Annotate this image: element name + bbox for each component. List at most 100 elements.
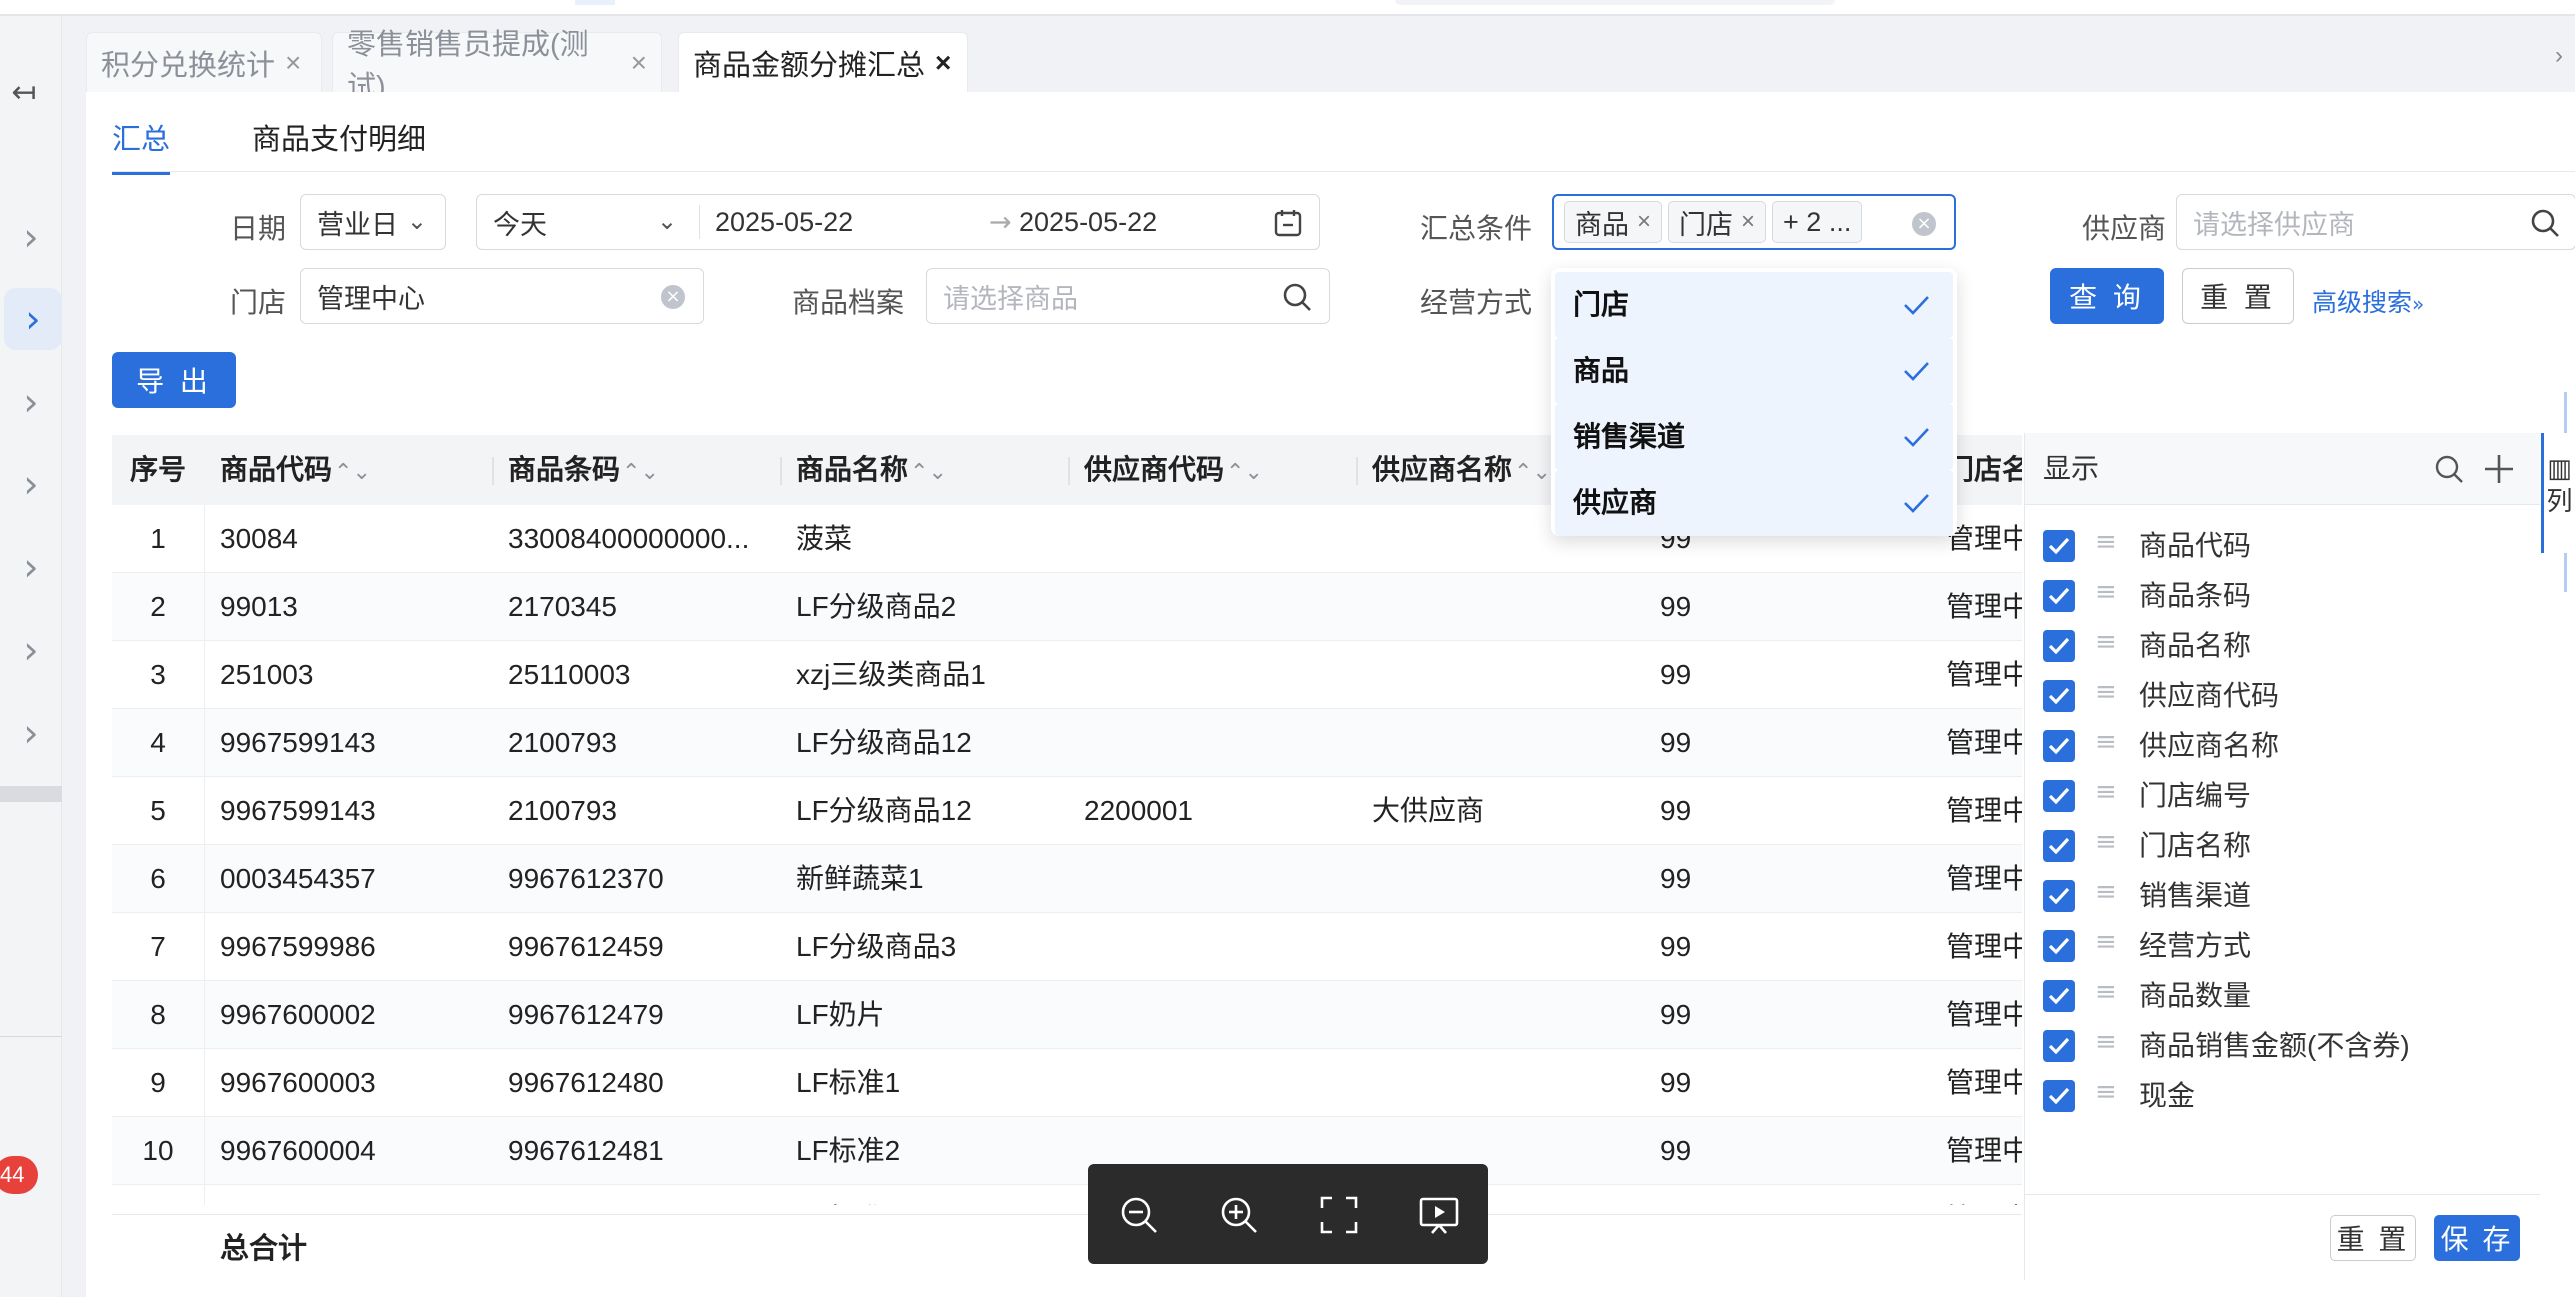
checkbox-checked-icon[interactable] <box>2043 880 2075 912</box>
column-toggle-item[interactable]: ≡ 商品名称 <box>2043 621 2523 671</box>
col-header-supplier-code[interactable]: 供应商代码⌃⌄ <box>1084 435 1263 505</box>
export-button[interactable]: 导 出 <box>112 352 236 408</box>
table-row[interactable]: 5 9967599143 2100793 LF分级商品12 2200001 大供应商 99 管… <box>112 777 2022 845</box>
column-toggle-item[interactable]: ≡ 商品代码 <box>2043 521 2523 571</box>
checkbox-checked-icon[interactable] <box>2043 730 2075 762</box>
notification-badge[interactable]: 44 <box>0 1156 38 1194</box>
zoom-out-icon[interactable] <box>1116 1192 1162 1238</box>
drag-handle-icon[interactable]: ≡ <box>2095 927 2117 957</box>
date-start[interactable]: 2025-05-22 <box>715 207 853 238</box>
drag-handle-icon[interactable]: ≡ <box>2095 627 2117 657</box>
close-icon[interactable]: × <box>285 47 301 79</box>
column-toggle-item[interactable]: ≡ 供应商名称 <box>2043 721 2523 771</box>
col-header-product-name[interactable]: 商品名称⌃⌄ <box>796 435 947 505</box>
col-header-product-code[interactable]: 商品代码⌃⌄ <box>220 435 371 505</box>
col-header-store-name[interactable]: 门店名称 <box>1946 435 2022 505</box>
column-toggle-item[interactable]: ≡ 门店编号 <box>2043 771 2523 821</box>
zoom-in-icon[interactable] <box>1216 1192 1262 1238</box>
tab-amount-allocation[interactable]: 商品金额分摊汇总 × <box>678 32 968 92</box>
sidebar-expand-icon[interactable]: › <box>0 536 62 598</box>
tab-points-exchange[interactable]: 积分兑换统计 × <box>86 32 322 92</box>
calendar-icon[interactable] <box>1273 208 1303 238</box>
sort-icon[interactable]: ⌃⌄ <box>622 459 659 484</box>
checkbox-checked-icon[interactable] <box>2043 630 2075 662</box>
fullscreen-icon[interactable] <box>1316 1192 1362 1238</box>
column-toggle-item[interactable]: ≡ 销售渠道 <box>2043 871 2523 921</box>
column-toggle-item[interactable]: ≡ 现金 <box>2043 1071 2523 1121</box>
checkbox-checked-icon[interactable] <box>2043 530 2075 562</box>
collapse-sidebar-icon[interactable]: ↤ <box>4 72 44 112</box>
summary-tag-more[interactable]: + 2 ... <box>1772 201 1863 243</box>
close-icon[interactable]: × <box>631 47 647 79</box>
column-reset-button[interactable]: 重 置 <box>2330 1215 2416 1261</box>
checkbox-checked-icon[interactable] <box>2043 580 2075 612</box>
search-icon[interactable] <box>2529 207 2561 239</box>
table-row[interactable]: 4 9967599143 2100793 LF分级商品12 99 管理中 <box>112 709 2022 777</box>
table-row[interactable]: 11 9967600005 9967612482 LF标准3 99 管理中 <box>112 1185 2022 1205</box>
checkbox-checked-icon[interactable] <box>2043 980 2075 1012</box>
top-search-bar[interactable] <box>1395 0 1835 5</box>
close-icon[interactable]: × <box>935 47 951 79</box>
sidebar-expand-icon[interactable]: › <box>0 206 62 268</box>
column-save-button[interactable]: 保 存 <box>2434 1215 2520 1261</box>
tab-sales-commission[interactable]: 零售销售员提成(测试) × <box>332 29 662 103</box>
drag-handle-icon[interactable]: ≡ <box>2095 977 2117 1007</box>
drag-handle-icon[interactable]: ≡ <box>2095 1027 2117 1057</box>
sidebar-expand-icon-active[interactable]: › <box>4 288 62 350</box>
dropdown-option-sales-channel[interactable]: 销售渠道 <box>1555 404 1953 470</box>
sort-icon[interactable]: ⌃⌄ <box>1226 459 1263 484</box>
checkbox-checked-icon[interactable] <box>2043 830 2075 862</box>
close-icon[interactable]: × <box>1741 208 1755 236</box>
table-row[interactable]: 3 251003 25110003 xzj三级类商品1 99 管理中 <box>112 641 2022 709</box>
checkbox-checked-icon[interactable] <box>2043 1080 2075 1112</box>
column-toggle-item[interactable]: ≡ 商品条码 <box>2043 571 2523 621</box>
sidebar-expand-icon[interactable]: › <box>0 619 62 681</box>
sort-icon[interactable]: ⌃⌄ <box>334 459 371 484</box>
checkbox-checked-icon[interactable] <box>2043 1030 2075 1062</box>
column-divider[interactable] <box>780 457 782 485</box>
supplier-input[interactable]: 请选择供应商 <box>2176 194 2575 250</box>
column-toggle-item[interactable]: ≡ 供应商代码 <box>2043 671 2523 721</box>
drag-handle-icon[interactable]: ≡ <box>2095 827 2117 857</box>
subtab-payment-detail[interactable]: 商品支付明细 <box>252 116 426 172</box>
clear-icon[interactable]: × <box>661 285 685 309</box>
column-toggle-item[interactable]: ≡ 商品销售金额(不含券) <box>2043 1021 2523 1071</box>
drag-handle-icon[interactable]: ≡ <box>2095 1077 2117 1107</box>
sort-icon[interactable]: ⌃⌄ <box>910 459 947 484</box>
date-type-select[interactable]: 营业日 ⌄ <box>300 194 446 250</box>
column-divider[interactable] <box>1068 457 1070 485</box>
column-toggle-item[interactable]: ≡ 经营方式 <box>2043 921 2523 971</box>
slideshow-icon[interactable] <box>1416 1192 1462 1238</box>
drag-handle-icon[interactable]: ≡ <box>2095 577 2117 607</box>
reset-button[interactable]: 重 置 <box>2182 268 2294 324</box>
product-input[interactable]: 请选择商品 <box>926 268 1330 324</box>
table-row[interactable]: 10 9967600004 9967612481 LF标准2 99 管理中 <box>112 1117 2022 1185</box>
search-icon[interactable] <box>1281 281 1313 313</box>
sort-icon[interactable]: ⌃⌄ <box>1514 459 1551 484</box>
column-toggle-item[interactable]: ≡ 商品数量 <box>2043 971 2523 1021</box>
summary-condition-select[interactable]: 商品 × 门店 × + 2 ... × <box>1552 194 1956 250</box>
table-row[interactable]: 2 99013 2170345 LF分级商品2 99 管理中 <box>112 573 2022 641</box>
tabs-more-icon[interactable]: › <box>2555 42 2575 82</box>
table-row[interactable]: 9 9967600003 9967612480 LF标准1 99 管理中 <box>112 1049 2022 1117</box>
sidebar-expand-icon[interactable]: › <box>0 702 62 764</box>
date-range-picker[interactable]: 今天 ⌄ 2025-05-22 → 2025-05-22 <box>476 194 1320 250</box>
checkbox-checked-icon[interactable] <box>2043 680 2075 712</box>
checkbox-checked-icon[interactable] <box>2043 930 2075 962</box>
column-divider[interactable] <box>492 457 494 485</box>
table-row[interactable]: 6 0003454357 9967612370 新鲜蔬菜1 99 管理中 <box>112 845 2022 913</box>
dropdown-option-store[interactable]: 门店 <box>1555 272 1953 338</box>
sidebar-expand-icon[interactable]: › <box>0 371 62 433</box>
drag-handle-icon[interactable]: ≡ <box>2095 727 2117 757</box>
table-row[interactable]: 7 9967599986 9967612459 LF分级商品3 99 管理中 <box>112 913 2022 981</box>
clear-icon[interactable]: × <box>1912 212 1936 236</box>
table-row[interactable]: 8 9967600002 9967612479 LF奶片 99 管理中 <box>112 981 2022 1049</box>
search-icon[interactable] <box>2433 453 2465 485</box>
date-end[interactable]: 2025-05-22 <box>1019 207 1157 238</box>
drag-handle-icon[interactable]: ≡ <box>2095 877 2117 907</box>
drag-handle-icon[interactable]: ≡ <box>2095 527 2117 557</box>
column-toggle-tab[interactable]: ▥ 列 <box>2541 433 2575 553</box>
drag-handle-icon[interactable]: ≡ <box>2095 677 2117 707</box>
col-header-barcode[interactable]: 商品条码⌃⌄ <box>508 435 659 505</box>
close-icon[interactable]: × <box>1637 208 1651 236</box>
